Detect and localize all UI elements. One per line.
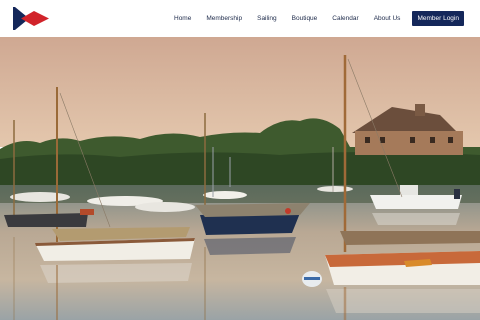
nav-home[interactable]: Home: [174, 15, 191, 22]
nav-membership[interactable]: Membership: [206, 15, 242, 22]
nav-sailing[interactable]: Sailing: [257, 15, 277, 22]
nav-about-us[interactable]: About Us: [374, 15, 401, 22]
nav-calendar[interactable]: Calendar: [332, 15, 358, 22]
nav-boutique[interactable]: Boutique: [292, 15, 318, 22]
harbor-scene: [0, 37, 480, 320]
site-header: Home Membership Sailing Boutique Calenda…: [0, 0, 480, 37]
member-login-button[interactable]: Member Login: [412, 11, 464, 26]
hero-image: [0, 37, 480, 320]
burgee-flag-icon[interactable]: [12, 6, 50, 31]
main-nav: Home Membership Sailing Boutique Calenda…: [174, 0, 464, 37]
